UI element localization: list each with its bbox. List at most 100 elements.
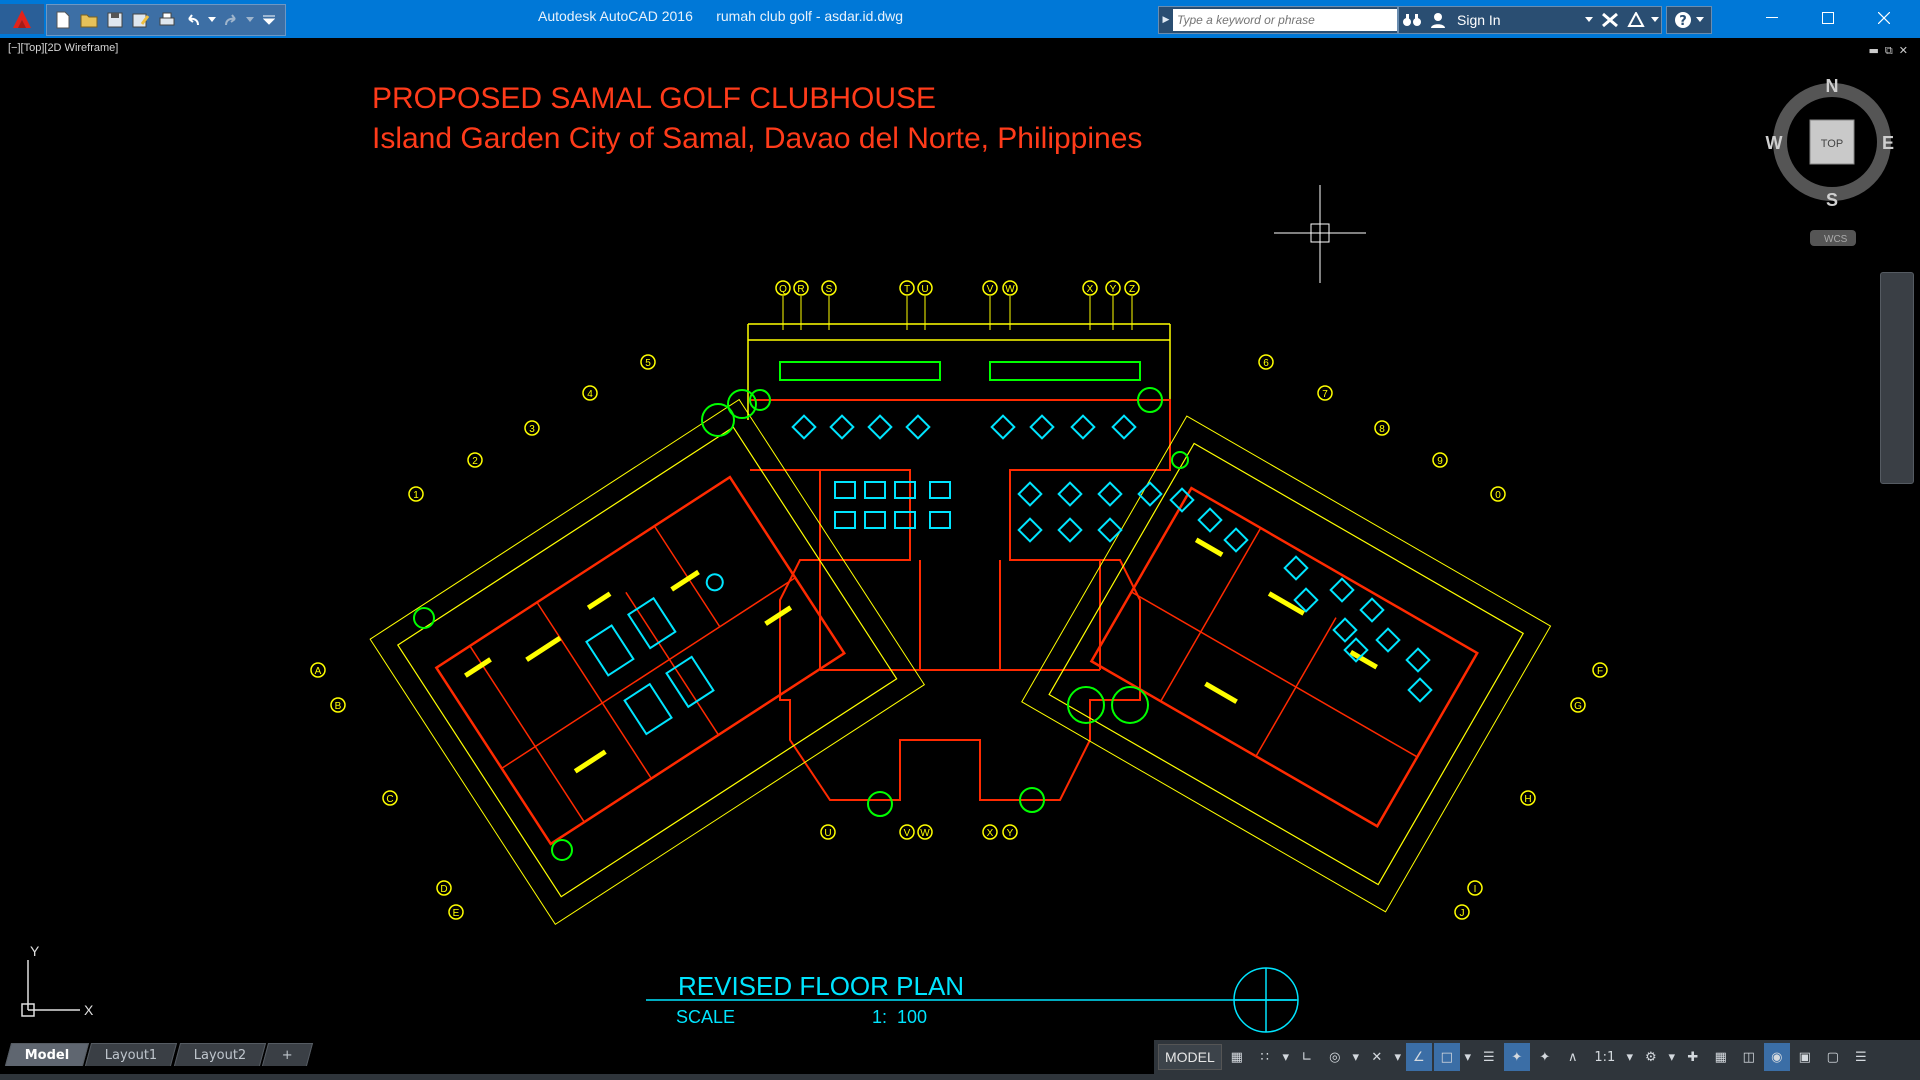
ucs-y-label: Y	[30, 943, 40, 959]
object-snap-tracking-icon[interactable]: ∠	[1405, 1043, 1432, 1071]
navigation-bar[interactable]	[1880, 272, 1914, 484]
grid-bubble-top-r-label: R	[797, 284, 804, 295]
application-menu-button[interactable]	[0, 4, 44, 34]
polar-dropdown-icon[interactable]: ▾	[1350, 1043, 1362, 1071]
tab-model[interactable]: Model	[4, 1043, 90, 1066]
lineweight-icon[interactable]: ☰	[1476, 1043, 1502, 1071]
grid-bubble-left-d-label: D	[440, 884, 447, 895]
workspace-gear-icon[interactable]: ⚙	[1638, 1043, 1664, 1071]
viewcube-west[interactable]: W	[1766, 133, 1783, 153]
object-snap-icon[interactable]: □	[1433, 1043, 1460, 1071]
drawing-title: PROPOSED SAMAL GOLF CLUBHOUSE	[372, 82, 936, 115]
tab-layout1[interactable]: Layout1	[85, 1043, 179, 1066]
drawing-canvas[interactable]: PROPOSED SAMAL GOLF CLUBHOUSE Island Gar…	[0, 38, 1920, 1038]
search-box: ▶	[1158, 6, 1398, 34]
maximize-icon	[1822, 12, 1834, 24]
grid-bubble-right-g-label: G	[1574, 701, 1582, 712]
minimize-icon	[1766, 17, 1778, 18]
model-space-button[interactable]: MODEL	[1158, 1044, 1222, 1070]
undo-dropdown-icon[interactable]	[207, 8, 217, 32]
close-button[interactable]	[1856, 0, 1912, 36]
stay-connected-icon[interactable]	[1623, 7, 1649, 33]
add-layout-button[interactable]: +	[262, 1043, 314, 1066]
grid-bubble-bottom-x-label: X	[987, 828, 994, 839]
drawing-subtitle: Island Garden City of Samal, Davao del N…	[372, 122, 1142, 155]
undo-icon[interactable]	[181, 8, 205, 32]
minimize-button[interactable]	[1744, 0, 1800, 36]
close-icon	[1878, 12, 1890, 24]
grid-bubble-radial-right-0-label: 0	[1495, 490, 1501, 501]
autocad-logo-icon	[13, 10, 31, 28]
grid-bubble-radial-right-9-label: 9	[1437, 456, 1443, 467]
units-icon[interactable]: ▦	[1708, 1043, 1734, 1071]
help-dropdown-icon[interactable]	[1696, 17, 1704, 23]
annotation-monitor-icon[interactable]: ✚	[1680, 1043, 1706, 1071]
viewcube-north[interactable]: N	[1826, 76, 1839, 96]
grid-bubble-right-f-label: F	[1597, 666, 1603, 677]
hardware-acceleration-icon[interactable]: ▣	[1792, 1043, 1818, 1071]
customize-qat-icon[interactable]	[257, 8, 281, 32]
grid-bubble-radial-right-8-label: 8	[1379, 424, 1385, 435]
grid-bubble-left-a-label: A	[315, 666, 322, 677]
grid-bubble-top-y-label: Y	[1110, 284, 1117, 295]
grid-bubble-radial-right-7-label: 7	[1322, 389, 1328, 400]
ucs-x-label: X	[84, 1002, 94, 1018]
annotation-scale-value[interactable]: 1:1	[1588, 1043, 1622, 1071]
grid-bubble-right-h-label: H	[1524, 794, 1531, 805]
isolate-objects-icon[interactable]: ◉	[1763, 1043, 1790, 1071]
grid-display-icon[interactable]: ▦	[1224, 1043, 1250, 1071]
grid-bubble-top-t-label: T	[904, 284, 910, 295]
annotation-scale-icon[interactable]: ∧	[1560, 1043, 1586, 1071]
quick-properties-icon[interactable]: ◫	[1736, 1043, 1762, 1071]
redo-icon[interactable]	[219, 8, 243, 32]
grid-bubble-right-i-label: I	[1474, 884, 1477, 895]
customization-icon[interactable]: ☰	[1848, 1043, 1874, 1071]
help-button[interactable]: ?	[1666, 6, 1712, 34]
ucs-icon	[21, 960, 80, 1017]
new-file-icon[interactable]	[51, 8, 75, 32]
infocenter-toolbar: Sign In	[1398, 6, 1662, 34]
search-expand-icon[interactable]: ▶	[1159, 7, 1173, 33]
annotation-visibility-icon[interactable]: ✦	[1503, 1043, 1530, 1071]
viewcube[interactable]: TOP N S E W WCS	[1766, 76, 1895, 246]
sign-in-link[interactable]: Sign In	[1451, 12, 1507, 28]
scale-dropdown-icon[interactable]: ▾	[1624, 1043, 1636, 1071]
workspace-dropdown-icon[interactable]: ▾	[1666, 1043, 1678, 1071]
maximize-button[interactable]	[1800, 0, 1856, 36]
redo-dropdown-icon[interactable]	[245, 8, 255, 32]
title-bar: Autodesk AutoCAD 2016 rumah club golf - …	[0, 0, 1920, 38]
clean-screen-icon[interactable]: ▢	[1820, 1043, 1846, 1071]
isodraft-icon[interactable]: ✕	[1364, 1043, 1390, 1071]
grid-bubble-radial-right-6-label: 6	[1263, 358, 1269, 369]
scale-value: 1: 100	[872, 1007, 927, 1027]
grid-bubble-right-j-label: J	[1460, 908, 1465, 919]
save-icon[interactable]	[103, 8, 127, 32]
plot-icon[interactable]	[155, 8, 179, 32]
grid-bubble-top-u-label: U	[921, 284, 928, 295]
snap-mode-icon[interactable]: ∷	[1252, 1043, 1278, 1071]
open-file-icon[interactable]	[77, 8, 101, 32]
polar-tracking-icon[interactable]: ◎	[1322, 1043, 1348, 1071]
grid-bubble-radial-left-5-label: 5	[645, 358, 651, 369]
viewcube-south[interactable]: S	[1826, 190, 1838, 210]
ucs-menu-wcs[interactable]: WCS	[1824, 234, 1848, 245]
auto-scale-icon[interactable]: ✦	[1532, 1043, 1558, 1071]
search-input[interactable]	[1173, 9, 1397, 31]
user-icon[interactable]	[1425, 7, 1451, 33]
grid-bubble-top-s-label: S	[826, 284, 833, 295]
snap-dropdown-icon[interactable]: ▾	[1280, 1043, 1292, 1071]
sign-in-dropdown-icon[interactable]	[1507, 7, 1597, 33]
tab-layout2[interactable]: Layout2	[173, 1043, 267, 1066]
stay-connected-dropdown-icon[interactable]	[1649, 7, 1661, 33]
grid-bubble-bottom-v-label: V	[904, 828, 911, 839]
isodraft-dropdown-icon[interactable]: ▾	[1392, 1043, 1404, 1071]
exchange-apps-icon[interactable]	[1597, 7, 1623, 33]
grid-bubble-radial-left-4-label: 4	[587, 389, 593, 400]
viewcube-face[interactable]: TOP	[1821, 138, 1843, 150]
save-as-icon[interactable]	[129, 8, 153, 32]
viewcube-east[interactable]: E	[1882, 133, 1894, 153]
osnap-dropdown-icon[interactable]: ▾	[1462, 1043, 1474, 1071]
grid-bubble-left-b-label: B	[335, 701, 342, 712]
ortho-mode-icon[interactable]: ∟	[1294, 1043, 1320, 1071]
binoculars-search-icon[interactable]	[1399, 7, 1425, 33]
